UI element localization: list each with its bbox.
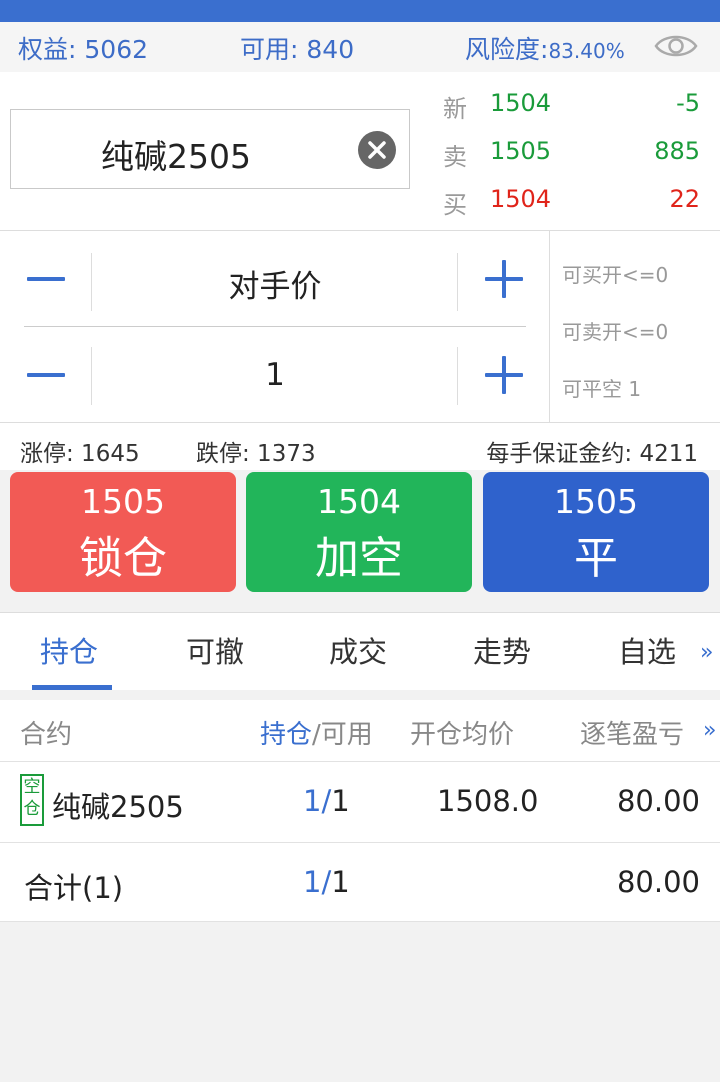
total-position-available: 1/1 xyxy=(303,865,350,899)
add-short-button[interactable]: 1504 加空 xyxy=(246,472,472,592)
plus-icon xyxy=(502,260,506,298)
header-contract: 合约 xyxy=(20,720,73,750)
symbol-name: 纯碱2505 xyxy=(101,137,251,176)
row-position: 1 xyxy=(303,784,322,818)
total-position: 1 xyxy=(303,865,322,899)
tab-trades[interactable]: 成交 xyxy=(329,629,387,671)
quote-panel: 纯碱2505 新 1504 -5 卖 1505 885 买 1504 22 xyxy=(0,72,720,230)
header-avg-price: 开仓均价 xyxy=(410,720,515,750)
close-price: 1505 xyxy=(554,482,638,521)
divider xyxy=(0,921,720,922)
equity: 权益: 5062 xyxy=(18,30,148,66)
active-tab-indicator xyxy=(32,685,112,690)
add-short-price: 1504 xyxy=(317,482,401,521)
total-label: 合计(1) xyxy=(24,871,124,905)
total-sep: / xyxy=(321,865,332,899)
tab-trend[interactable]: 走势 xyxy=(473,629,531,671)
header-available: /可用 xyxy=(312,720,373,750)
available-label: 可用: xyxy=(240,35,299,64)
lock-label: 锁仓 xyxy=(79,533,167,584)
can-sell-open: 可卖开<=0 xyxy=(562,320,669,344)
eye-icon[interactable] xyxy=(654,30,698,62)
row-contract: 纯碱2505 xyxy=(52,790,184,824)
header-position-available: 持仓/可用 xyxy=(260,714,373,751)
price-minus-button[interactable] xyxy=(27,277,65,281)
symbol-input[interactable]: 纯碱2505 xyxy=(10,109,410,189)
tag-bottom: 仓 xyxy=(23,799,41,819)
account-summary: 权益: 5062 可用: 840 风险度:83.40% xyxy=(0,22,720,72)
header-more-icon[interactable]: » xyxy=(703,718,716,743)
price-type[interactable]: 对手价 xyxy=(95,261,455,306)
total-available: 1 xyxy=(331,865,350,899)
table-row[interactable]: 空 仓 纯碱2505 1/1 1508.0 80.00 xyxy=(0,762,720,842)
clear-icon[interactable] xyxy=(358,131,396,169)
tag-top: 空 xyxy=(23,777,41,797)
add-short-label: 加空 xyxy=(315,533,403,584)
total-row: 合计(1) 1/1 80.00 xyxy=(0,843,720,922)
quote-last-price: 1504 xyxy=(490,89,552,117)
plus-icon xyxy=(502,356,506,394)
quantity-plus-button[interactable] xyxy=(485,356,523,394)
close-label: 平 xyxy=(574,533,618,584)
lock-position-button[interactable]: 1505 锁仓 xyxy=(10,472,236,592)
can-close-short: 可平空 1 xyxy=(562,377,642,401)
tab-bar: 持仓 可撤 成交 走势 自选 » xyxy=(0,612,720,690)
header-pnl: 逐笔盈亏 xyxy=(580,720,685,750)
divider xyxy=(91,347,92,405)
tab-positions[interactable]: 持仓 xyxy=(40,629,98,671)
divider xyxy=(549,231,550,424)
quote-last-label: 新 xyxy=(443,95,467,123)
short-position-tag: 空 仓 xyxy=(20,774,44,826)
quantity-minus-button[interactable] xyxy=(27,373,65,377)
equity-label: 权益: xyxy=(18,35,77,64)
limit-down: 跌停: 1373 xyxy=(196,441,316,467)
price-limits: 涨停: 1645 跌停: 1373 每手保证金约: 4211 xyxy=(0,423,720,470)
quote-ask-price: 1505 xyxy=(490,137,552,165)
row-sep: / xyxy=(321,784,332,818)
status-bar xyxy=(0,0,720,22)
total-pnl: 80.00 xyxy=(616,865,700,899)
quote-ask-volume: 885 xyxy=(654,137,700,165)
tabs-more-icon[interactable]: » xyxy=(700,640,713,665)
available: 可用: 840 xyxy=(240,30,354,66)
limit-up: 涨停: 1645 xyxy=(20,441,140,467)
divider xyxy=(457,253,458,311)
price-plus-button[interactable] xyxy=(485,260,523,298)
quote-bid-volume: 22 xyxy=(669,185,700,213)
quantity-input[interactable]: 1 xyxy=(95,357,455,393)
risk-label: 风险度: xyxy=(465,35,549,64)
row-pnl: 80.00 xyxy=(616,784,700,818)
risk: 风险度:83.40% xyxy=(465,30,625,66)
divider xyxy=(457,347,458,405)
quote-last-change: -5 xyxy=(676,89,700,117)
header-position: 持仓 xyxy=(260,720,313,750)
quote-ask-label: 卖 xyxy=(443,143,467,171)
row-avg-price: 1508.0 xyxy=(437,784,539,818)
quote-bid-price: 1504 xyxy=(490,185,552,213)
divider xyxy=(24,326,526,327)
row-position-available: 1/1 xyxy=(303,784,350,818)
tab-cancellable[interactable]: 可撤 xyxy=(186,629,244,671)
order-entry: 对手价 1 可买开<=0 可卖开<=0 可平空 1 xyxy=(0,230,720,424)
equity-value: 5062 xyxy=(84,35,149,64)
lock-price: 1505 xyxy=(81,482,165,521)
tab-watchlist[interactable]: 自选 xyxy=(618,629,676,671)
available-value: 840 xyxy=(306,35,355,64)
margin-per-lot: 每手保证金约: 4211 xyxy=(486,441,698,467)
close-button[interactable]: 1505 平 xyxy=(483,472,709,592)
divider xyxy=(91,253,92,311)
risk-value: 83.40% xyxy=(548,39,625,63)
can-buy-open: 可买开<=0 xyxy=(562,263,669,287)
row-available: 1 xyxy=(331,784,350,818)
positions-table: 合约 持仓/可用 开仓均价 逐笔盈亏 » 空 仓 纯碱2505 1/1 1508… xyxy=(0,700,720,922)
quote-bid-label: 买 xyxy=(443,191,467,219)
